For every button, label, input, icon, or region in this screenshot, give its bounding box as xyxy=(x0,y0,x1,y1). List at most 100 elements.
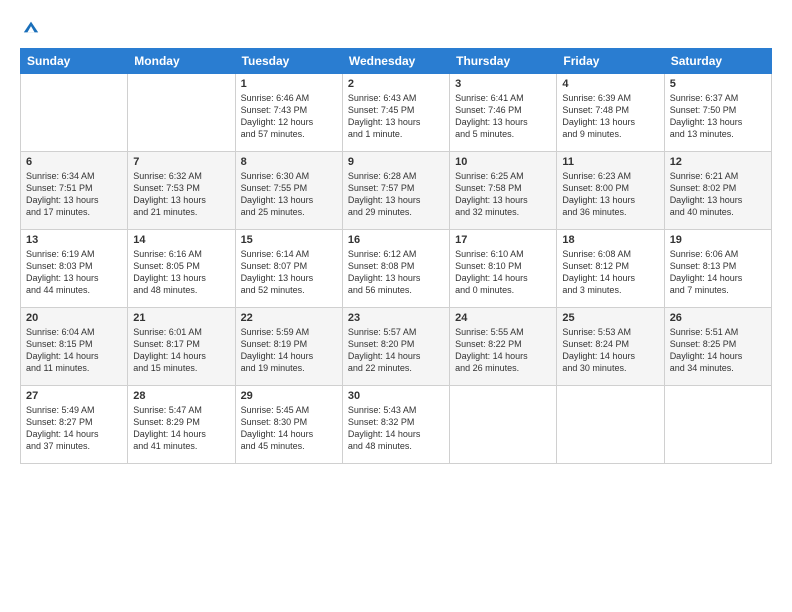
day-info: Sunrise: 6:19 AM Sunset: 8:03 PM Dayligh… xyxy=(26,248,122,297)
day-number: 15 xyxy=(241,234,337,246)
day-info: Sunrise: 6:39 AM Sunset: 7:48 PM Dayligh… xyxy=(562,92,658,141)
calendar-cell: 21 Sunrise: 6:01 AM Sunset: 8:17 PM Dayli… xyxy=(128,308,235,386)
day-number: 23 xyxy=(348,312,444,324)
calendar-cell: 7Sunrise: 6:32 AM Sunset: 7:53 PM Daylig… xyxy=(128,152,235,230)
day-info: Sunrise: 6:30 AM Sunset: 7:55 PM Dayligh… xyxy=(241,170,337,219)
weekday-friday: Friday xyxy=(557,49,664,74)
day-number: 6 xyxy=(26,156,122,168)
day-number: 24 xyxy=(455,312,551,324)
day-info: Sunrise: 5:45 AM Sunset: 8:30 PM Dayligh… xyxy=(241,404,337,453)
calendar-week-5: 27Sunrise: 5:49 AM Sunset: 8:27 PM Dayli… xyxy=(21,386,772,464)
day-number: 29 xyxy=(241,390,337,402)
calendar-week-1: 1 Sunrise: 6:46 AM Sunset: 7:43 PM Daylig… xyxy=(21,74,772,152)
day-info: Sunrise: 6:46 AM Sunset: 7:43 PM Dayligh… xyxy=(241,92,337,141)
calendar-cell: 13 Sunrise: 6:19 AM Sunset: 8:03 PM Dayli… xyxy=(21,230,128,308)
calendar-cell: 24 Sunrise: 5:55 AM Sunset: 8:22 PM Dayli… xyxy=(450,308,557,386)
calendar-cell: 23 Sunrise: 5:57 AM Sunset: 8:20 PM Dayli… xyxy=(342,308,449,386)
calendar-cell: 22 Sunrise: 5:59 AM Sunset: 8:19 PM Dayli… xyxy=(235,308,342,386)
day-number: 17 xyxy=(455,234,551,246)
day-info: Sunrise: 6:21 AM Sunset: 8:02 PM Dayligh… xyxy=(670,170,766,219)
day-number: 25 xyxy=(562,312,658,324)
calendar-cell: 20 Sunrise: 6:04 AM Sunset: 8:15 PM Dayli… xyxy=(21,308,128,386)
day-number: 11 xyxy=(562,156,658,168)
calendar-cell: 9 Sunrise: 6:28 AM Sunset: 7:57 PM Daylig… xyxy=(342,152,449,230)
day-info: Sunrise: 5:51 AM Sunset: 8:25 PM Dayligh… xyxy=(670,326,766,375)
day-number: 7 xyxy=(133,156,229,168)
calendar-cell: 1 Sunrise: 6:46 AM Sunset: 7:43 PM Daylig… xyxy=(235,74,342,152)
day-number: 20 xyxy=(26,312,122,324)
calendar-cell: 30 Sunrise: 5:43 AM Sunset: 8:32 PM Dayli… xyxy=(342,386,449,464)
day-info: Sunrise: 5:47 AM Sunset: 8:29 PM Dayligh… xyxy=(133,404,229,453)
weekday-thursday: Thursday xyxy=(450,49,557,74)
weekday-header-row: SundayMondayTuesdayWednesdayThursdayFrid… xyxy=(21,49,772,74)
calendar-cell: 2 Sunrise: 6:43 AM Sunset: 7:45 PM Daylig… xyxy=(342,74,449,152)
day-number: 5 xyxy=(670,78,766,90)
calendar-week-3: 13 Sunrise: 6:19 AM Sunset: 8:03 PM Dayli… xyxy=(21,230,772,308)
day-number: 14 xyxy=(133,234,229,246)
day-info: Sunrise: 6:10 AM Sunset: 8:10 PM Dayligh… xyxy=(455,248,551,297)
calendar-cell xyxy=(21,74,128,152)
day-number: 16 xyxy=(348,234,444,246)
calendar-cell: 17 Sunrise: 6:10 AM Sunset: 8:10 PM Dayli… xyxy=(450,230,557,308)
day-info: Sunrise: 5:49 AM Sunset: 8:27 PM Dayligh… xyxy=(26,404,122,453)
day-number: 8 xyxy=(241,156,337,168)
day-info: Sunrise: 6:43 AM Sunset: 7:45 PM Dayligh… xyxy=(348,92,444,141)
logo-icon xyxy=(22,18,40,36)
day-number: 26 xyxy=(670,312,766,324)
day-info: Sunrise: 6:16 AM Sunset: 8:05 PM Dayligh… xyxy=(133,248,229,297)
day-info: Sunrise: 6:04 AM Sunset: 8:15 PM Dayligh… xyxy=(26,326,122,375)
weekday-monday: Monday xyxy=(128,49,235,74)
day-number: 28 xyxy=(133,390,229,402)
day-info: Sunrise: 5:57 AM Sunset: 8:20 PM Dayligh… xyxy=(348,326,444,375)
day-info: Sunrise: 5:59 AM Sunset: 8:19 PM Dayligh… xyxy=(241,326,337,375)
calendar-cell xyxy=(557,386,664,464)
day-number: 1 xyxy=(241,78,337,90)
calendar-cell: 11 Sunrise: 6:23 AM Sunset: 8:00 PM Dayli… xyxy=(557,152,664,230)
calendar-week-2: 6 Sunrise: 6:34 AM Sunset: 7:51 PM Daylig… xyxy=(21,152,772,230)
day-number: 19 xyxy=(670,234,766,246)
day-info: Sunrise: 5:55 AM Sunset: 8:22 PM Dayligh… xyxy=(455,326,551,375)
calendar-cell: 12 Sunrise: 6:21 AM Sunset: 8:02 PM Dayli… xyxy=(664,152,771,230)
calendar-cell: 19 Sunrise: 6:06 AM Sunset: 8:13 PM Dayli… xyxy=(664,230,771,308)
day-number: 3 xyxy=(455,78,551,90)
day-number: 10 xyxy=(455,156,551,168)
day-info: Sunrise: 6:28 AM Sunset: 7:57 PM Dayligh… xyxy=(348,170,444,219)
calendar-cell: 4 Sunrise: 6:39 AM Sunset: 7:48 PM Daylig… xyxy=(557,74,664,152)
day-info: Sunrise: 6:37 AM Sunset: 7:50 PM Dayligh… xyxy=(670,92,766,141)
day-info: Sunrise: 6:08 AM Sunset: 8:12 PM Dayligh… xyxy=(562,248,658,297)
calendar-cell: 16 Sunrise: 6:12 AM Sunset: 8:08 PM Dayli… xyxy=(342,230,449,308)
day-info: Sunrise: 5:43 AM Sunset: 8:32 PM Dayligh… xyxy=(348,404,444,453)
day-info: Sunrise: 6:34 AM Sunset: 7:51 PM Dayligh… xyxy=(26,170,122,219)
day-number: 21 xyxy=(133,312,229,324)
day-number: 22 xyxy=(241,312,337,324)
calendar-cell: 3 Sunrise: 6:41 AM Sunset: 7:46 PM Daylig… xyxy=(450,74,557,152)
day-number: 13 xyxy=(26,234,122,246)
calendar-cell: 6 Sunrise: 6:34 AM Sunset: 7:51 PM Daylig… xyxy=(21,152,128,230)
calendar-cell: 28 Sunrise: 5:47 AM Sunset: 8:29 PM Dayli… xyxy=(128,386,235,464)
weekday-tuesday: Tuesday xyxy=(235,49,342,74)
calendar-cell: 5 Sunrise: 6:37 AM Sunset: 7:50 PM Daylig… xyxy=(664,74,771,152)
weekday-wednesday: Wednesday xyxy=(342,49,449,74)
calendar-cell: 18 Sunrise: 6:08 AM Sunset: 8:12 PM Dayli… xyxy=(557,230,664,308)
calendar-cell: 14 Sunrise: 6:16 AM Sunset: 8:05 PM Dayli… xyxy=(128,230,235,308)
day-info: Sunrise: 6:06 AM Sunset: 8:13 PM Dayligh… xyxy=(670,248,766,297)
day-info: Sunrise: 6:41 AM Sunset: 7:46 PM Dayligh… xyxy=(455,92,551,141)
day-info: Sunrise: 6:25 AM Sunset: 7:58 PM Dayligh… xyxy=(455,170,551,219)
day-number: 30 xyxy=(348,390,444,402)
day-info: Sunrise: 6:12 AM Sunset: 8:08 PM Dayligh… xyxy=(348,248,444,297)
day-number: 12 xyxy=(670,156,766,168)
day-number: 18 xyxy=(562,234,658,246)
day-number: 4 xyxy=(562,78,658,90)
calendar-cell: 27Sunrise: 5:49 AM Sunset: 8:27 PM Dayli… xyxy=(21,386,128,464)
day-number: 9 xyxy=(348,156,444,168)
logo xyxy=(20,18,40,36)
day-info: Sunrise: 6:23 AM Sunset: 8:00 PM Dayligh… xyxy=(562,170,658,219)
day-info: Sunrise: 6:01 AM Sunset: 8:17 PM Dayligh… xyxy=(133,326,229,375)
calendar-cell xyxy=(128,74,235,152)
calendar-week-4: 20 Sunrise: 6:04 AM Sunset: 8:15 PM Dayli… xyxy=(21,308,772,386)
day-number: 2 xyxy=(348,78,444,90)
calendar-cell: 26 Sunrise: 5:51 AM Sunset: 8:25 PM Dayli… xyxy=(664,308,771,386)
calendar-cell: 29 Sunrise: 5:45 AM Sunset: 8:30 PM Dayli… xyxy=(235,386,342,464)
calendar-cell: 8 Sunrise: 6:30 AM Sunset: 7:55 PM Daylig… xyxy=(235,152,342,230)
calendar-cell: 15Sunrise: 6:14 AM Sunset: 8:07 PM Dayli… xyxy=(235,230,342,308)
